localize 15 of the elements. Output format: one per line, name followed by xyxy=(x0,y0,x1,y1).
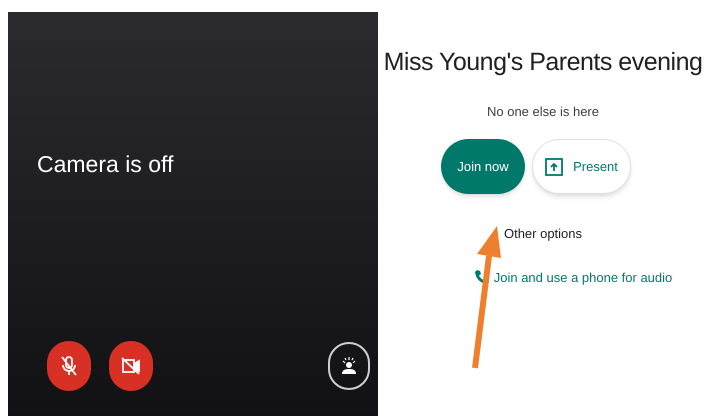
join-now-button[interactable]: Join now xyxy=(441,139,525,194)
other-options-heading: Other options xyxy=(504,225,582,243)
effects-button[interactable] xyxy=(328,342,370,390)
phone-audio-link[interactable]: Join and use a phone for audio xyxy=(474,268,672,287)
microphone-button[interactable] xyxy=(47,341,91,391)
camera-status: Camera is off xyxy=(37,150,174,179)
camera-button[interactable] xyxy=(109,341,153,391)
participants-status: No one else is here xyxy=(486,102,599,120)
present-icon xyxy=(545,158,564,176)
camera-off-icon xyxy=(121,357,141,375)
meeting-title: Miss Young's Parents evening xyxy=(384,47,702,78)
present-button[interactable]: Present xyxy=(532,139,631,194)
phone-icon xyxy=(474,269,490,286)
microphone-off-icon xyxy=(60,356,78,376)
person-effects-icon xyxy=(340,357,358,375)
